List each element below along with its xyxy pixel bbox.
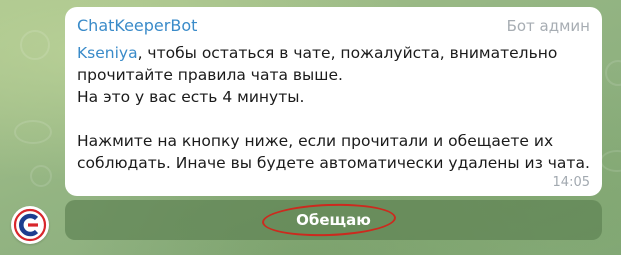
background-doodle [30,165,52,187]
message-line-1-rest: , чтобы остаться в чате, пожалуйста, вни… [137,44,558,62]
sender-role-badge: Бот админ [506,17,590,35]
message-line-4: Нажмите на кнопку ниже, если прочитали и… [77,132,554,150]
chatkeeper-logo-icon [13,208,47,242]
background-doodle [600,150,621,172]
message-line-2: прочитайте правила чата выше. [77,66,343,84]
message-text: Kseniya, чтобы остаться в чате, пожалуйс… [77,42,590,108]
message-line-5: соблюдать. Иначе вы будете автоматически… [77,154,590,172]
background-doodle [14,120,52,144]
background-doodle [20,30,50,60]
message-text-paragraph-2: Нажмите на кнопку ниже, если прочитали и… [77,130,590,174]
message-header: ChatKeeperBot Бот админ [77,16,590,42]
message-line-3: На это у вас есть 4 минуты. [77,88,305,106]
bot-avatar[interactable] [11,206,49,244]
promise-inline-button[interactable]: Обещаю [65,200,602,240]
promise-button-label: Обещаю [296,211,371,229]
message-timestamp: 14:05 [552,175,590,190]
user-mention-link[interactable]: Kseniya [77,44,138,62]
background-doodle [605,60,621,86]
message-bubble: ChatKeeperBot Бот админ Kseniya, чтобы о… [65,7,602,196]
sender-name[interactable]: ChatKeeperBot [77,16,197,35]
